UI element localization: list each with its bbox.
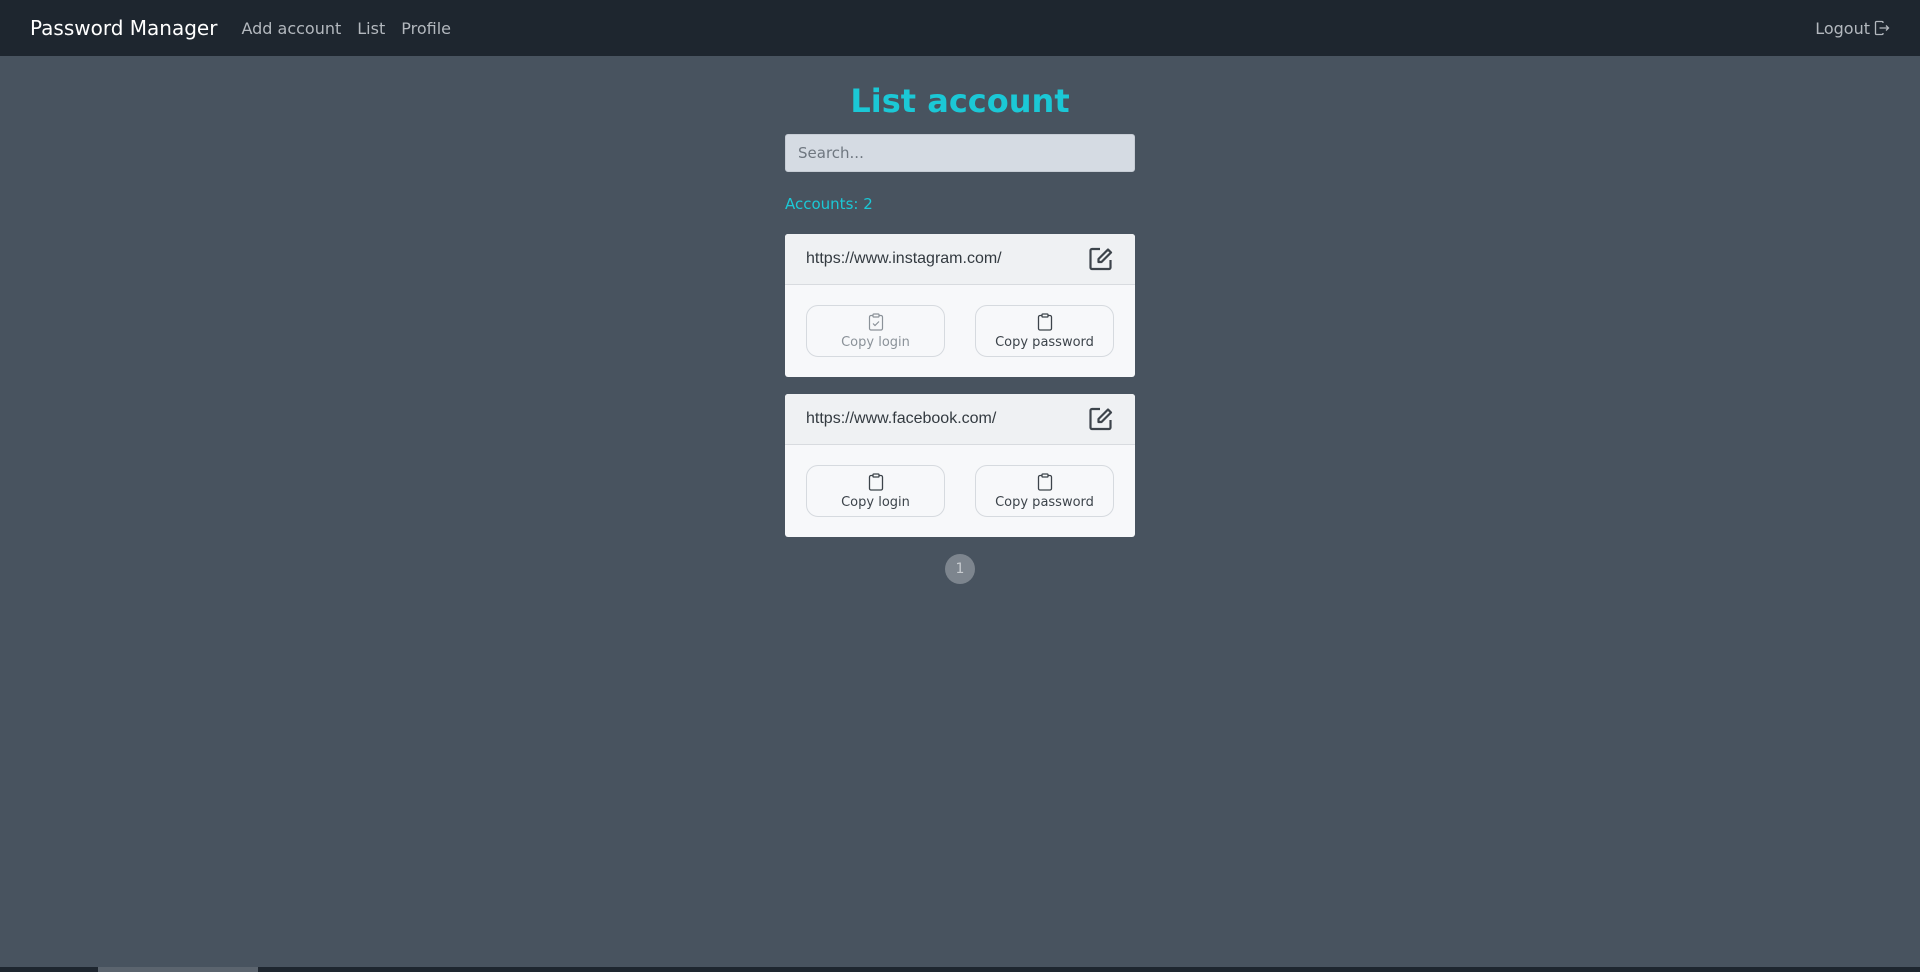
copy-login-label: Copy login [841,494,910,510]
logout-icon [1874,20,1890,36]
edit-account-button[interactable] [1087,405,1115,433]
logout-button[interactable]: Logout [1815,19,1890,38]
copy-password-label: Copy password [995,334,1094,350]
copy-login-button[interactable]: Copy login [806,465,945,517]
main-content: List account Accounts: 2 https://www.ins… [785,56,1135,584]
account-card: https://www.instagram.com/ Copy login Co… [785,234,1135,377]
copy-password-label: Copy password [995,494,1094,510]
account-card: https://www.facebook.com/ Copy login Cop… [785,394,1135,537]
nav-add-account[interactable]: Add account [241,19,341,38]
account-card-header: https://www.instagram.com/ [785,234,1135,285]
clipboard-check-icon [868,312,883,331]
accounts-count: Accounts: 2 [785,195,873,213]
account-url: https://www.instagram.com/ [806,250,1002,267]
page-title: List account [850,82,1070,120]
pagination: 1 [785,554,1135,584]
nav-list[interactable]: List [357,19,385,38]
pencil-square-icon [1089,247,1113,271]
edit-account-button[interactable] [1087,245,1115,273]
copy-login-button[interactable]: Copy login [806,305,945,357]
brand-link[interactable]: Password Manager [30,16,217,40]
clipboard-icon [1037,472,1052,491]
logout-label: Logout [1815,18,1870,38]
search-input[interactable] [785,134,1135,172]
page-button-current[interactable]: 1 [945,554,975,584]
account-card-header: https://www.facebook.com/ [785,394,1135,445]
account-card-body: Copy login Copy password [785,285,1135,377]
navbar: Password Manager Add account List Profil… [0,0,1920,56]
account-url: https://www.facebook.com/ [806,410,997,427]
copy-password-button[interactable]: Copy password [975,465,1114,517]
nav-profile[interactable]: Profile [401,19,451,38]
clipboard-icon [868,472,883,491]
scrollbar-thumb[interactable] [98,967,258,972]
clipboard-icon [1037,312,1052,331]
copy-login-label: Copy login [841,334,910,350]
pencil-square-icon [1089,407,1113,431]
account-card-body: Copy login Copy password [785,445,1135,537]
horizontal-scrollbar[interactable] [0,967,1920,972]
copy-password-button[interactable]: Copy password [975,305,1114,357]
